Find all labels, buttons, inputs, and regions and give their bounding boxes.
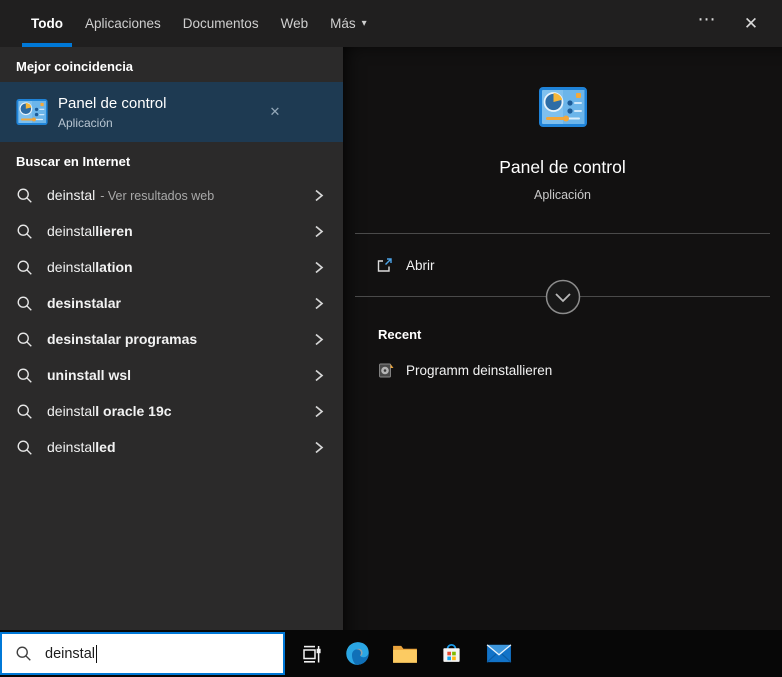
tab-mas[interactable]: Más ▾ [319, 0, 378, 47]
search-icon [17, 368, 32, 383]
search-suggestion-row[interactable]: desinstalar programas [0, 321, 343, 357]
search-icon [17, 188, 32, 203]
search-icon [17, 224, 32, 239]
tab-documentos[interactable]: Documentos [172, 0, 270, 47]
file-explorer-button[interactable] [381, 630, 428, 677]
control-panel-icon [16, 99, 48, 125]
edge-button[interactable] [334, 630, 381, 677]
tab-todo[interactable]: Todo [20, 0, 74, 47]
search-filter-tabs: Todo Aplicaciones Documentos Web Más ▾ ⋯… [0, 0, 782, 47]
best-match-item[interactable]: Panel de control Aplicación ✕ [0, 82, 343, 142]
preview-app-subtitle: Aplicación [534, 188, 591, 202]
typed-query: deinstal [47, 187, 96, 203]
taskbar-search-input[interactable]: deinstal [0, 632, 285, 675]
search-suggestion-row[interactable]: deinstallieren [0, 213, 343, 249]
store-button[interactable] [428, 630, 475, 677]
store-icon [443, 643, 460, 662]
chevron-right-icon [315, 441, 324, 453]
preview-app-title: Panel de control [499, 157, 626, 177]
control-panel-icon-large [538, 87, 587, 127]
recent-item[interactable]: Programm deinstallieren [343, 342, 782, 379]
tab-web[interactable]: Web [270, 0, 320, 47]
close-button[interactable]: ✕ [736, 9, 766, 39]
uninstall-program-icon [379, 363, 394, 378]
search-icon [16, 646, 31, 661]
chevron-right-icon [315, 405, 324, 417]
tab-label: Todo [31, 16, 63, 31]
expand-button[interactable] [545, 279, 581, 315]
edge-icon [346, 642, 369, 665]
search-icon [17, 440, 32, 455]
search-suggestion-row[interactable]: deinstalled [0, 429, 343, 465]
best-match-title: Panel de control [58, 95, 167, 112]
open-external-icon [377, 257, 392, 272]
chevron-right-icon [315, 297, 324, 309]
chevron-right-icon [315, 369, 324, 381]
results-panel: Mejor coincidencia Panel de control Apli… [0, 47, 343, 630]
search-input-value: deinstal [45, 645, 95, 662]
chevron-down-icon: ▾ [361, 17, 367, 29]
search-suggestion-row[interactable]: deinstallation [0, 249, 343, 285]
suggestion-annotation: - Ver resultados web [100, 189, 215, 203]
mail-icon [486, 644, 511, 663]
windows-search-flyout: Todo Aplicaciones Documentos Web Más ▾ ⋯… [0, 0, 782, 677]
chevron-right-icon [315, 225, 324, 237]
search-icon [17, 296, 32, 311]
best-match-subtitle: Aplicación [58, 116, 113, 130]
taskbar: deinstal [0, 630, 782, 677]
search-suggestion-row[interactable]: deinstall oracle 19c [0, 393, 343, 429]
divider [355, 279, 770, 314]
mail-button[interactable] [475, 630, 522, 677]
tab-label: Documentos [182, 16, 259, 31]
text-cursor [95, 644, 97, 663]
more-options-button[interactable]: ⋯ [692, 9, 722, 39]
tab-label: Aplicaciones [84, 16, 161, 31]
preview-panel: Panel de control Aplicación Abrir Recent [343, 47, 782, 630]
search-icon [17, 260, 32, 275]
remove-from-history-icon[interactable]: ✕ [263, 100, 287, 124]
open-action-label: Abrir [406, 257, 435, 273]
best-match-header: Mejor coincidencia [16, 59, 134, 74]
chevron-right-icon [315, 189, 324, 201]
chevron-right-icon [315, 261, 324, 273]
search-icon [17, 332, 32, 347]
web-search-header: Buscar en Internet [16, 154, 131, 169]
search-suggestion-row[interactable]: desinstalar [0, 285, 343, 321]
task-view-button[interactable] [287, 630, 334, 677]
file-explorer-icon [392, 645, 417, 663]
recent-item-label: Programm deinstallieren [406, 363, 553, 378]
tab-aplicaciones[interactable]: Aplicaciones [74, 0, 172, 47]
tab-label: Más [330, 16, 356, 31]
search-suggestion-row[interactable]: deinstal - Ver resultados web [0, 177, 343, 213]
search-icon [17, 404, 32, 419]
task-view-icon [302, 645, 321, 663]
tab-label: Web [280, 16, 309, 31]
search-suggestion-row[interactable]: uninstall wsl [0, 357, 343, 393]
chevron-right-icon [315, 333, 324, 345]
